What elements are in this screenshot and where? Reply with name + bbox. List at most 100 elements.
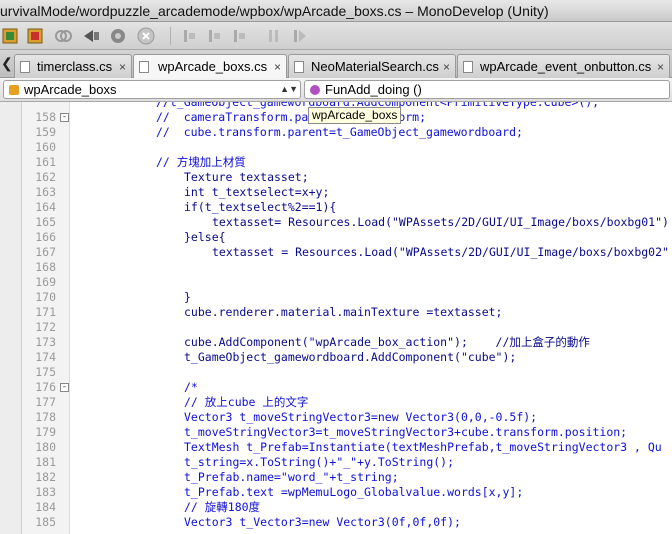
code-text: t_GameObject_gamewordboard.AddComponent(…: [184, 350, 517, 364]
run-icon[interactable]: [81, 26, 101, 46]
step-over-icon[interactable]: [180, 26, 200, 46]
class-icon: [9, 85, 19, 95]
debug-icon[interactable]: [108, 26, 128, 46]
code-line[interactable]: 163 int t_textselect=x+y;: [0, 185, 672, 200]
code-line[interactable]: 176- /*: [0, 380, 672, 395]
code-text: /*: [184, 380, 198, 394]
stop-icon[interactable]: [136, 26, 156, 46]
code-line[interactable]: 175: [0, 365, 672, 380]
code-line[interactable]: 160: [0, 140, 672, 155]
close-icon[interactable]: ×: [119, 56, 126, 78]
code-text: }else{: [184, 230, 226, 244]
document-tabbar: ❮ timerclass.cs × wpArcade_boxs.cs × Neo…: [0, 50, 672, 79]
code-line[interactable]: 184 // 旋轉180度: [0, 500, 672, 515]
code-line[interactable]: 169: [0, 275, 672, 290]
code-line[interactable]: 165 textasset= Resources.Load("WPAssets/2…: [0, 215, 672, 230]
tab-neomaterialsearch[interactable]: NeoMaterialSearch.cs ×: [288, 54, 456, 78]
close-icon[interactable]: ×: [443, 56, 450, 78]
tab-label: timerclass.cs: [37, 59, 113, 74]
code-text: // 放上cube 上的文字: [184, 395, 309, 409]
step-into-icon[interactable]: [205, 26, 225, 46]
line-number: 161: [35, 155, 56, 169]
toolbar-separator: [170, 27, 171, 45]
line-number: 179: [35, 425, 56, 439]
line-number: 171: [35, 305, 56, 319]
code-line[interactable]: 173 cube.AddComponent("wpArcade_box_actio…: [0, 335, 672, 350]
code-line[interactable]: 179 t_moveStringVector3=t_moveStringVecto…: [0, 425, 672, 440]
line-number: 170: [35, 290, 56, 304]
code-line[interactable]: 168: [0, 260, 672, 275]
code-text: textasset= Resources.Load("WPAssets/2D/G…: [212, 215, 669, 229]
chevron-updown-icon: ▲▼: [280, 84, 298, 94]
code-line[interactable]: 161 // 方塊加上材質: [0, 155, 672, 170]
code-line[interactable]: 185 Vector3 t_Vector3=new Vector3(0f,0f,0…: [0, 515, 672, 530]
line-number: 163: [35, 185, 56, 199]
tooltip: wpArcade_boxs: [308, 107, 402, 124]
toolbar: [0, 22, 672, 50]
file-icon: [463, 61, 473, 73]
code-text: Vector3 t_Vector3=new Vector3(0f,0f,0f);: [184, 515, 461, 529]
code-line[interactable]: 181 t_string=x.ToString()+"_"+y.ToString(…: [0, 455, 672, 470]
code-line[interactable]: 182 t_Prefab.name="word_"+t_string;: [0, 470, 672, 485]
code-editor[interactable]: //t_GameObject_gamewordboard.AddComponen…: [0, 102, 672, 534]
rebuild-icon[interactable]: [26, 26, 46, 46]
close-icon[interactable]: ×: [657, 56, 664, 78]
code-line[interactable]: 171 cube.renderer.material.mainTexture =t…: [0, 305, 672, 320]
code-line[interactable]: 164 if(t_textselect%2==1){: [0, 200, 672, 215]
window-titlebar: urvivalMode/wordpuzzle_arcademode/wpbox/…: [0, 0, 672, 22]
code-line[interactable]: 172: [0, 320, 672, 335]
line-number: 175: [35, 365, 56, 379]
code-line[interactable]: 178 Vector3 t_moveStringVector3=new Vecto…: [0, 410, 672, 425]
code-text: t_string=x.ToString()+"_"+y.ToString();: [184, 455, 455, 469]
line-number: 162: [35, 170, 56, 184]
tab-label: wpArcade_event_onbutton.cs: [480, 59, 652, 74]
window-title: urvivalMode/wordpuzzle_arcademode/wpbox/…: [0, 3, 549, 19]
line-number: 172: [35, 320, 56, 334]
tab-wparcade-event-onbutton[interactable]: wpArcade_event_onbutton.cs ×: [457, 54, 670, 78]
code-line[interactable]: 159 // cube.transform.parent=t_GameObject…: [0, 125, 672, 140]
line-number: 169: [35, 275, 56, 289]
tab-scroll-left-icon[interactable]: ❮: [1, 55, 13, 72]
line-number: 164: [35, 200, 56, 214]
code-line[interactable]: 183 t_Prefab.text =wpMemuLogo_Globalvalue…: [0, 485, 672, 500]
code-text: cube.renderer.material.mainTexture =text…: [184, 305, 503, 319]
clean-icon[interactable]: [53, 26, 73, 46]
line-number: 177: [35, 395, 56, 409]
code-text: // 旋轉180度: [184, 500, 261, 514]
build-icon[interactable]: [1, 26, 21, 46]
code-text: Vector3 t_moveStringVector3=new Vector3(…: [184, 410, 538, 424]
code-text: t_Prefab.name="word_"+t_string;: [184, 470, 399, 484]
tab-timerclass[interactable]: timerclass.cs ×: [14, 54, 132, 78]
code-text: cube.AddComponent("wpArcade_box_action")…: [184, 335, 590, 349]
line-number: 185: [35, 515, 56, 529]
method-icon: [310, 85, 320, 95]
line-number: 182: [35, 470, 56, 484]
tab-wparcade-boxs[interactable]: wpArcade_boxs.cs ×: [133, 54, 287, 79]
line-number: 184: [35, 500, 56, 514]
method-selector[interactable]: FunAdd_doing (): [304, 80, 670, 99]
code-line[interactable]: 174 t_GameObject_gamewordboard.AddCompone…: [0, 350, 672, 365]
step-out-icon[interactable]: [230, 26, 250, 46]
close-icon[interactable]: ×: [274, 56, 281, 78]
tab-label: wpArcade_boxs.cs: [158, 59, 268, 74]
code-text: textasset = Resources.Load("WPAssets/2D/…: [212, 245, 669, 259]
code-text: }: [184, 290, 191, 304]
code-line[interactable]: 162 Texture textasset;: [0, 170, 672, 185]
method-selector-value: FunAdd_doing (): [325, 82, 422, 97]
file-icon: [139, 61, 149, 73]
line-number: 166: [35, 230, 56, 244]
code-line[interactable]: 166 }else{: [0, 230, 672, 245]
code-line[interactable]: 170}: [0, 290, 672, 305]
line-number: 180: [35, 440, 56, 454]
code-line[interactable]: 167 textasset = Resources.Load("WPAssets/…: [0, 245, 672, 260]
fold-toggle-icon[interactable]: -: [60, 383, 69, 392]
class-selector[interactable]: wpArcade_boxs ▲▼: [3, 80, 301, 99]
fold-toggle-icon[interactable]: -: [60, 113, 69, 122]
code-text: // 方塊加上材質: [156, 155, 246, 169]
code-line[interactable]: 177 // 放上cube 上的文字: [0, 395, 672, 410]
tab-label: NeoMaterialSearch.cs: [311, 59, 439, 74]
code-line[interactable]: 180 TextMesh t_Prefab=Instantiate(textMes…: [0, 440, 672, 455]
code-text: t_moveStringVector3=t_moveStringVector3+…: [184, 425, 628, 439]
pause-icon[interactable]: [264, 26, 284, 46]
continue-icon[interactable]: [290, 26, 310, 46]
